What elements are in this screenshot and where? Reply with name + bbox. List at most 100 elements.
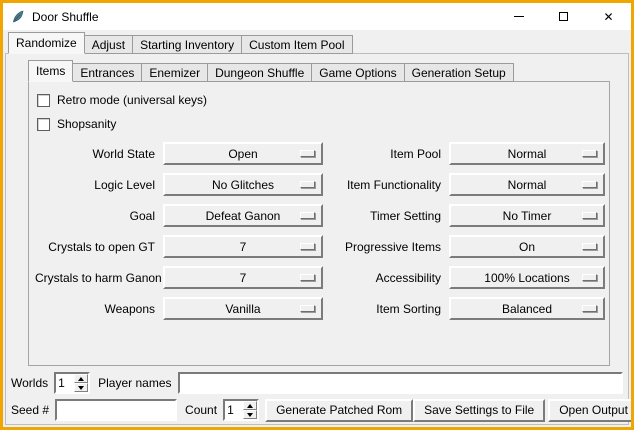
maximize-button[interactable]: [541, 3, 586, 30]
count-label: Count: [185, 403, 217, 417]
checkbox-label: Retro mode (universal keys): [57, 93, 207, 107]
open-output-directory-button[interactable]: Open Output Directory: [548, 399, 634, 422]
inner-tab-bar: Items Entrances Enemizer Dungeon Shuffle…: [28, 60, 610, 82]
label-item-sorting: Item Sorting: [331, 302, 441, 316]
minimize-button[interactable]: [496, 3, 541, 30]
maximize-icon: [559, 12, 568, 21]
tab-custom-item-pool[interactable]: Custom Item Pool: [241, 35, 352, 54]
spin-up-button[interactable]: [243, 401, 257, 410]
worlds-label: Worlds: [11, 376, 48, 390]
dropdown-value: 7: [240, 240, 247, 254]
dropdown-value: Defeat Ganon: [206, 209, 281, 223]
crystals-harm-ganon-dropdown[interactable]: 7: [163, 266, 323, 289]
shopsanity-checkbox[interactable]: Shopsanity: [37, 112, 603, 136]
goal-dropdown[interactable]: Defeat Ganon: [163, 204, 323, 227]
titlebar[interactable]: Door Shuffle ✕: [3, 3, 631, 30]
tab-items[interactable]: Items: [28, 60, 73, 82]
checkbox-label: Shopsanity: [57, 117, 116, 131]
tab-starting-inventory[interactable]: Starting Inventory: [132, 35, 242, 54]
logic-level-dropdown[interactable]: No Glitches: [163, 173, 323, 196]
checkbox-box[interactable]: [37, 94, 50, 107]
seed-input[interactable]: [55, 399, 177, 421]
spin-down-button[interactable]: [243, 410, 257, 419]
close-button[interactable]: ✕: [586, 3, 631, 30]
dropdown-indicator-icon: [582, 243, 597, 250]
label-item-pool: Item Pool: [331, 147, 441, 161]
dropdown-value: No Timer: [503, 209, 552, 223]
client-area: Randomize Adjust Starting Inventory Cust…: [3, 30, 631, 427]
label-crystals-harm-ganon: Crystals to harm Ganon: [35, 271, 155, 285]
item-sorting-dropdown[interactable]: Balanced: [449, 297, 605, 320]
tab-game-options[interactable]: Game Options: [311, 63, 404, 82]
dropdown-indicator-icon: [300, 181, 315, 188]
app-icon: [10, 9, 26, 25]
worlds-spin-arrows: [74, 374, 88, 392]
window-controls: ✕: [496, 3, 631, 30]
dropdown-indicator-icon: [300, 305, 315, 312]
label-progressive-items: Progressive Items: [331, 240, 441, 254]
dropdown-indicator-icon: [582, 274, 597, 281]
close-icon: ✕: [603, 11, 613, 23]
label-goal: Goal: [35, 209, 155, 223]
weapons-dropdown[interactable]: Vanilla: [163, 297, 323, 320]
dropdown-value: No Glitches: [212, 178, 274, 192]
worlds-row: Worlds Player names: [11, 371, 623, 395]
timer-setting-dropdown[interactable]: No Timer: [449, 204, 605, 227]
progressive-items-dropdown[interactable]: On: [449, 235, 605, 258]
inner-notebook: Items Entrances Enemizer Dungeon Shuffle…: [28, 60, 610, 366]
dropdown-indicator-icon: [582, 150, 597, 157]
crystals-open-gt-dropdown[interactable]: 7: [163, 235, 323, 258]
dropdown-indicator-icon: [300, 212, 315, 219]
save-settings-button[interactable]: Save Settings to File: [413, 399, 545, 422]
worlds-input[interactable]: [56, 374, 74, 392]
label-item-functionality: Item Functionality: [331, 178, 441, 192]
tab-dungeon-shuffle[interactable]: Dungeon Shuffle: [207, 63, 312, 82]
worlds-spinner[interactable]: [54, 372, 90, 394]
seed-row: Seed # Count Generate Patched Rom Save S…: [11, 398, 623, 422]
tab-generation-setup[interactable]: Generation Setup: [404, 63, 514, 82]
seed-label: Seed #: [11, 403, 49, 417]
window: Door Shuffle ✕ Randomize Adjust Starting…: [0, 0, 634, 430]
arrow-up-icon: [247, 404, 253, 408]
dropdown-value: Normal: [508, 147, 547, 161]
dropdown-value: 7: [240, 271, 247, 285]
dropdown-value: Vanilla: [225, 302, 260, 316]
player-names-label: Player names: [98, 376, 171, 390]
arrow-down-icon: [78, 386, 84, 390]
player-names-input[interactable]: [178, 372, 624, 394]
item-functionality-dropdown[interactable]: Normal: [449, 173, 605, 196]
spin-up-button[interactable]: [74, 374, 88, 383]
dropdown-indicator-icon: [300, 243, 315, 250]
arrow-up-icon: [78, 377, 84, 381]
spin-down-button[interactable]: [74, 383, 88, 392]
count-input[interactable]: [225, 401, 243, 419]
world-state-dropdown[interactable]: Open: [163, 142, 323, 165]
retro-mode-checkbox[interactable]: Retro mode (universal keys): [37, 88, 603, 112]
accessibility-dropdown[interactable]: 100% Locations: [449, 266, 605, 289]
dropdown-value: Balanced: [502, 302, 552, 316]
checkbox-box[interactable]: [37, 118, 50, 131]
dropdown-value: Normal: [508, 178, 547, 192]
dropdown-value: Open: [228, 147, 257, 161]
dropdown-indicator-icon: [582, 181, 597, 188]
arrow-down-icon: [247, 413, 253, 417]
tab-entrances[interactable]: Entrances: [72, 63, 142, 82]
tab-enemizer[interactable]: Enemizer: [141, 63, 208, 82]
dropdown-value: 100% Locations: [484, 271, 569, 285]
generate-patched-rom-button[interactable]: Generate Patched Rom: [265, 399, 413, 422]
label-weapons: Weapons: [35, 302, 155, 316]
item-pool-dropdown[interactable]: Normal: [449, 142, 605, 165]
window-title: Door Shuffle: [32, 10, 99, 24]
dropdown-indicator-icon: [300, 150, 315, 157]
dropdown-indicator-icon: [300, 274, 315, 281]
tab-randomize[interactable]: Randomize: [8, 32, 85, 54]
label-logic-level: Logic Level: [35, 178, 155, 192]
tab-adjust[interactable]: Adjust: [84, 35, 133, 54]
label-crystals-open-gt: Crystals to open GT: [35, 240, 155, 254]
settings-grid: World State Open Item Pool Normal Logic …: [35, 142, 603, 320]
count-spin-arrows: [243, 401, 257, 419]
label-timer-setting: Timer Setting: [331, 209, 441, 223]
label-world-state: World State: [35, 147, 155, 161]
label-accessibility: Accessibility: [331, 271, 441, 285]
count-spinner[interactable]: [223, 399, 259, 421]
